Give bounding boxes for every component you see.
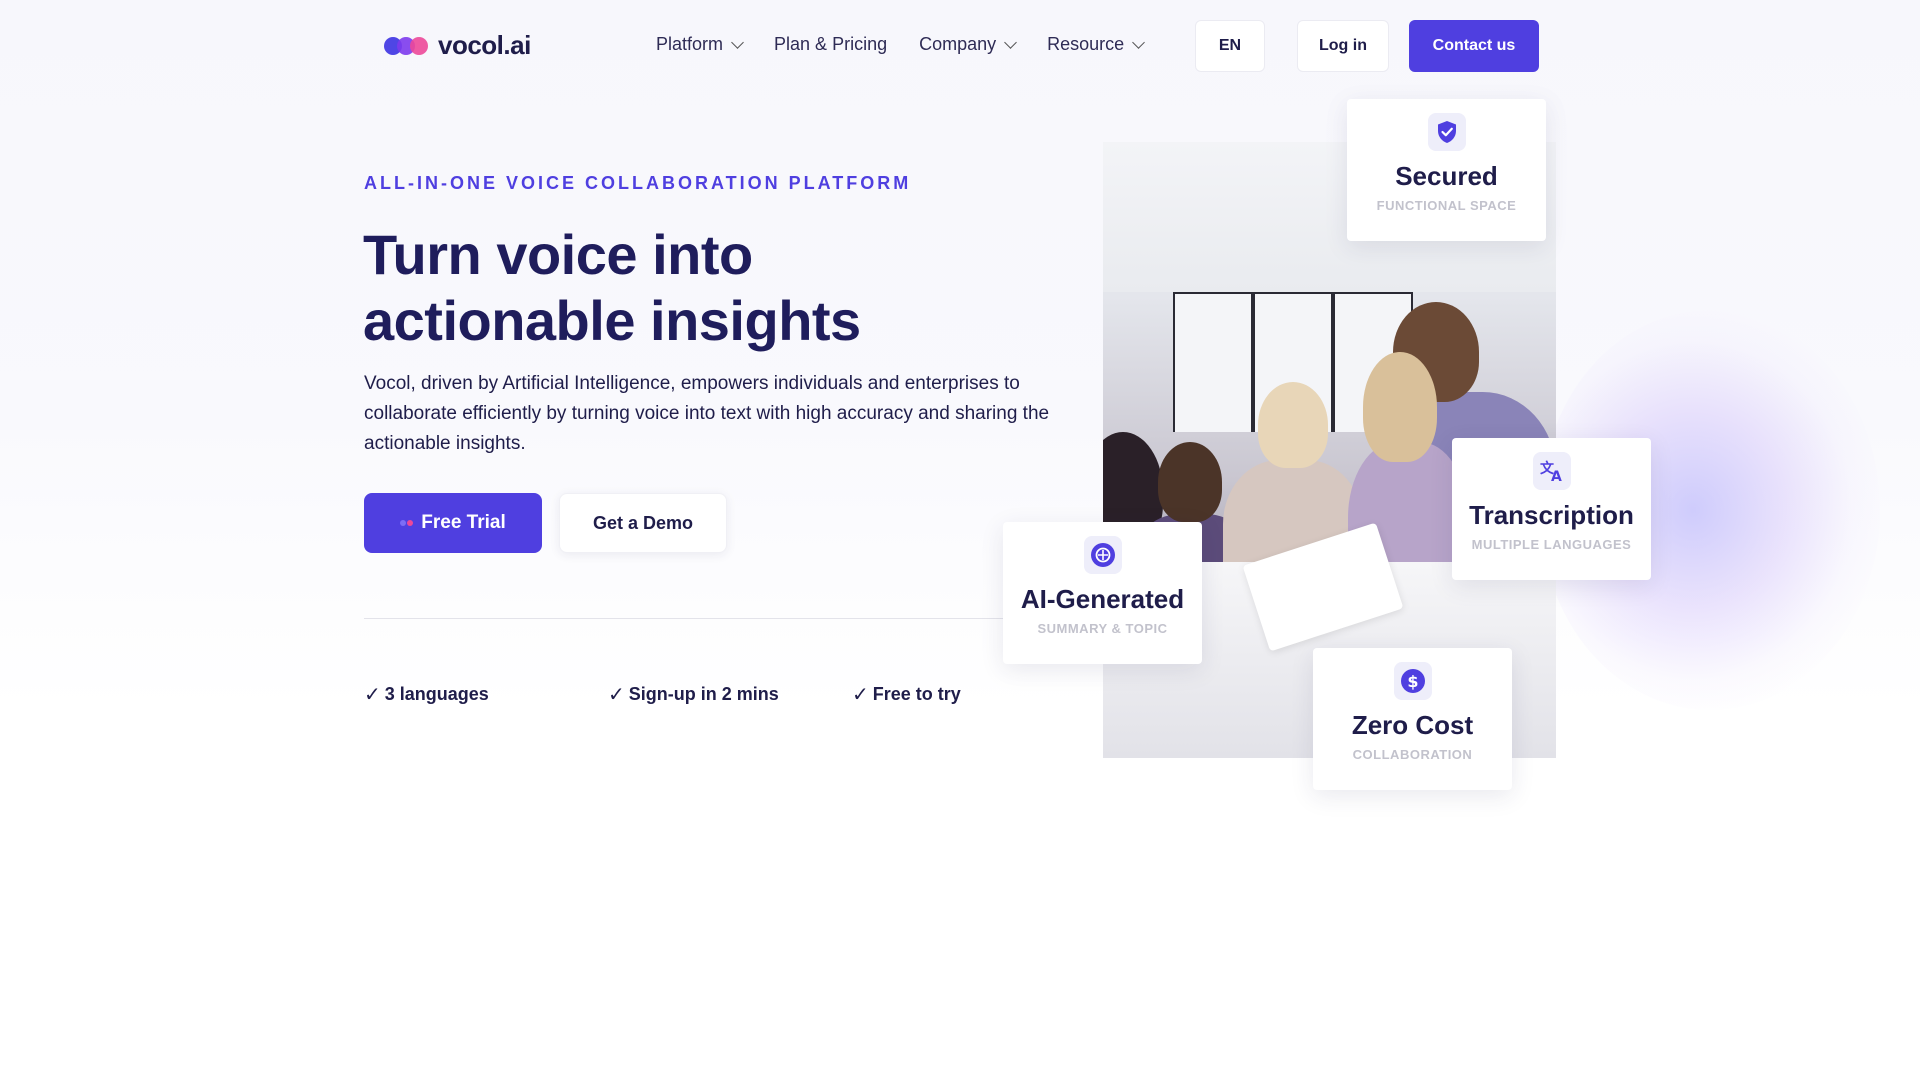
feature-label: 3 languages [384,684,489,704]
feature-card-transcription: 文A Transcription MULTIPLE LANGUAGES [1452,438,1651,580]
card-title: Secured [1395,161,1498,191]
feature-item: ✓ 3 languages [364,682,608,707]
check-icon: ✓ [852,684,869,706]
card-title: Zero Cost [1351,710,1474,740]
login-button[interactable]: Log in [1297,20,1389,72]
get-demo-button[interactable]: Get a Demo [559,493,727,553]
hero-description: Vocol, driven by Artificial Intelligence… [364,373,1050,454]
feature-card-ai-generated: AI-Generated SUMMARY & TOPIC [1003,522,1202,664]
feature-label: Sign-up in 2 mins [628,684,779,704]
card-subtitle: MULTIPLE LANGUAGES [1471,537,1632,552]
card-subtitle: SUMMARY & TOPIC [1037,621,1168,636]
card-title: Transcription [1469,500,1634,530]
nav-item-plan-pricing[interactable]: Plan & Pricing [774,34,887,55]
card-subtitle: COLLABORATION [1352,747,1473,762]
nav-menu: Platform Plan & Pricing Company Resource [656,34,1146,55]
card-subtitle: FUNCTIONAL SPACE [1376,198,1517,213]
svg-text:A: A [1551,469,1562,483]
chevron-down-icon [731,35,744,49]
feature-label: Free to try [872,684,961,704]
divider [364,618,1004,619]
nav-item-label: Resource [1047,34,1125,54]
language-selector[interactable]: EN [1195,20,1265,72]
logo-mark-icon [384,35,430,57]
check-icon: ✓ [608,684,625,706]
logo-text: vocol.ai [438,30,531,60]
hero-eyebrow: ALL-IN-ONE VOICE COLLABORATION PLATFORM [364,173,912,193]
feature-list: ✓ 3 languages ✓ Sign-up in 2 mins ✓ Free… [364,682,1096,707]
logo-dots-icon [400,520,414,526]
nav-item-company[interactable]: Company [919,34,1018,55]
top-nav: vocol.ai Platform Plan & Pricing Company… [0,0,1920,92]
feature-item: ✓ Free to try [852,682,1096,707]
shield-check-icon [1427,113,1466,151]
svg-text:$: $ [1407,672,1418,691]
nav-item-label: Company [919,34,997,54]
logo[interactable]: vocol.ai [384,30,531,61]
free-trial-button[interactable]: Free Trial [364,493,542,553]
check-icon: ✓ [364,684,381,706]
free-trial-label: Free Trial [421,512,506,533]
nav-item-resource[interactable]: Resource [1047,34,1146,55]
nav-item-label: Plan & Pricing [774,34,888,54]
dollar-icon: $ [1393,662,1432,700]
ai-chip-icon [1083,536,1122,574]
chevron-down-icon [1004,35,1018,49]
chevron-down-icon [1132,35,1146,49]
translate-icon: 文A [1532,452,1571,490]
nav-item-label: Platform [656,34,724,54]
hero-headline: Turn voice into actionable insights [363,223,861,352]
feature-card-zero-cost: $ Zero Cost COLLABORATION [1313,648,1512,790]
nav-item-platform[interactable]: Platform [656,34,744,55]
contact-us-button[interactable]: Contact us [1409,20,1539,72]
card-title: AI-Generated [1020,584,1185,614]
feature-card-secured: Secured FUNCTIONAL SPACE [1347,99,1546,241]
feature-item: ✓ Sign-up in 2 mins [608,682,852,707]
